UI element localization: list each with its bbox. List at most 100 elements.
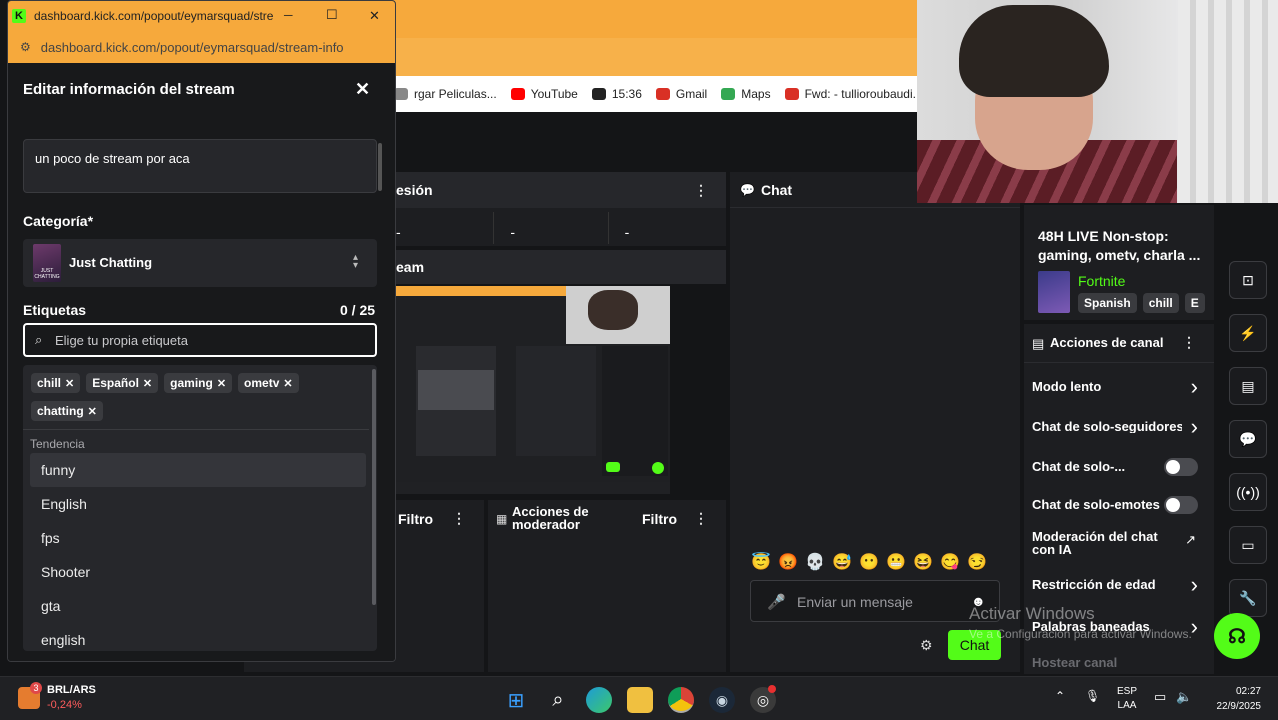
emote-icon[interactable]: 😬 (885, 552, 907, 574)
stream-tag[interactable]: chill (1142, 293, 1179, 313)
stream-title-value[interactable]: un poco de stream por aca (24, 140, 376, 166)
volume-icon[interactable]: 🔈 (1176, 689, 1192, 705)
remove-tag-icon[interactable]: ✕ (283, 377, 292, 390)
trending-option[interactable]: English (30, 487, 366, 521)
emote-icon[interactable]: 😋 (939, 552, 961, 574)
emote-icon[interactable]: 😆 (912, 552, 934, 574)
bookmark-label: Fwd: - tullioroubaudi... (804, 87, 918, 101)
mod-actions-panel: ▦ Acciones de moderador Filtro ⋮ (488, 500, 726, 672)
microphone-tray-icon[interactable]: 🎙 (1085, 689, 1100, 703)
language-indicator[interactable]: ESP LAA (1117, 685, 1137, 713)
close-window-button[interactable]: ✕ (369, 8, 380, 24)
broadcast-icon[interactable]: ((•)) (1229, 473, 1267, 511)
steam-icon[interactable]: ◉ (709, 687, 735, 713)
chat-settings-gear-icon[interactable]: ⚙ (920, 637, 933, 654)
tag-input[interactable]: Elige tu propia etiqueta (55, 333, 188, 348)
stream-preview-video[interactable] (396, 286, 670, 494)
category-select[interactable]: JUST CHATTING Just Chatting ▴ ▾ (23, 239, 377, 287)
channel-action-row[interactable]: Hostear canal (1032, 656, 1206, 669)
tray-chevron-icon[interactable]: ⌃ (1055, 689, 1065, 703)
remove-tag-icon[interactable]: ✕ (88, 405, 97, 418)
modal-scrollbar-top[interactable] (378, 143, 382, 191)
stream-title-field[interactable]: un poco de stream por aca (23, 139, 377, 193)
modal-close-icon[interactable]: ✕ (355, 79, 370, 100)
search-taskbar-icon[interactable]: ⌕ (545, 687, 571, 713)
ticker-name[interactable]: BRL/ARS (47, 684, 96, 696)
notes-icon[interactable]: ▤ (1229, 367, 1267, 405)
maximize-button[interactable]: ☐ (326, 7, 338, 23)
channel-action-row[interactable]: Modo lento › (1032, 374, 1206, 399)
trending-option[interactable]: fps (30, 521, 366, 555)
wrench-icon[interactable]: 🔧 (1229, 579, 1267, 617)
filter-label[interactable]: Filtro (398, 511, 433, 527)
channel-action-row[interactable]: Chat de solo-emotes (1032, 496, 1206, 514)
category-thumbnail: JUST CHATTING (33, 244, 61, 282)
emote-icon[interactable]: 😡 (777, 552, 799, 574)
dropdown-scrollbar[interactable] (372, 369, 376, 605)
network-icon[interactable]: ▭ (1154, 689, 1166, 705)
chevron-right-icon[interactable]: › (1191, 374, 1198, 400)
channel-action-row[interactable]: Chat de solo-... (1032, 458, 1206, 476)
stream-info-category[interactable]: Fortnite (1078, 273, 1125, 289)
file-explorer-icon[interactable] (627, 687, 653, 713)
stream-tag[interactable]: Spanish (1078, 293, 1137, 313)
channel-action-row[interactable]: Chat de solo-seguidores › (1032, 414, 1206, 439)
filter-menu-icon[interactable]: ⋮ (452, 510, 466, 527)
chevron-right-icon[interactable]: › (1191, 572, 1198, 598)
bookmark-item[interactable]: 15:36 (591, 87, 642, 101)
emote-icon[interactable]: 😶 (858, 552, 880, 574)
remove-tag-icon[interactable]: ✕ (65, 377, 74, 390)
bookmark-item[interactable]: Fwd: - tullioroubaudi... (784, 87, 918, 101)
windows-start-icon[interactable]: ⊞ (503, 687, 529, 713)
minimize-button[interactable]: ─ (284, 8, 293, 22)
emote-icon[interactable]: 😇 (750, 552, 772, 574)
selected-tag-label: Español (92, 376, 139, 390)
remove-tag-icon[interactable]: ✕ (217, 377, 226, 390)
trending-option[interactable]: Shooter (30, 555, 366, 589)
support-headset-icon[interactable]: ☊ (1214, 613, 1260, 659)
toggle-switch[interactable] (1164, 496, 1198, 514)
category-value: Just Chatting (69, 255, 153, 270)
emote-icon[interactable]: 😏 (966, 552, 988, 574)
selected-tag: chatting ✕ (31, 401, 103, 421)
screenshot-icon[interactable]: ⊡ (1229, 261, 1267, 299)
browser-titlebar (390, 0, 918, 38)
toggle-switch[interactable] (1164, 458, 1198, 476)
mod-actions-menu-icon[interactable]: ⋮ (694, 510, 708, 527)
chrome-icon[interactable] (668, 687, 694, 713)
bookmark-item[interactable]: Gmail (655, 87, 708, 101)
clock[interactable]: 02:27 22/9/2025 (1205, 684, 1262, 714)
chat-title: Chat (760, 181, 793, 198)
chat-input[interactable]: Enviar un mensaje (797, 594, 913, 610)
dashboard-topbar (390, 112, 918, 172)
chat-input-box[interactable]: 🎤 Enviar un mensaje ☻ (750, 580, 1000, 622)
edge-icon[interactable] (586, 687, 612, 713)
channel-action-row[interactable]: Moderación del chat con IA ↗ (1032, 530, 1206, 556)
channel-actions-menu-icon[interactable]: ⋮ (1182, 334, 1196, 351)
bookmark-item[interactable]: rgar Peliculas... (394, 87, 497, 101)
lightning-icon[interactable]: ⚡ (1229, 314, 1267, 352)
mod-filter-label[interactable]: Filtro (642, 511, 677, 527)
browser-urlbar (390, 38, 918, 76)
mod-actions-title: Acciones de moderador (512, 504, 589, 532)
trending-option[interactable]: gta (30, 589, 366, 623)
external-link-icon[interactable]: ↗ (1185, 532, 1196, 548)
bookmark-item[interactable]: YouTube (510, 87, 578, 101)
microphone-icon[interactable]: 🎤 (767, 593, 786, 611)
remove-tag-icon[interactable]: ✕ (143, 377, 152, 390)
tag-input-box[interactable]: ⌕ Elige tu propia etiqueta (23, 323, 377, 357)
session-menu-icon[interactable]: ⋮ (694, 182, 708, 199)
channel-action-row[interactable]: Restricción de edad › (1032, 572, 1206, 597)
channel-action-label: Chat de solo-seguidores (1032, 420, 1182, 433)
layout-icon[interactable]: ▭ (1229, 526, 1267, 564)
site-settings-icon[interactable]: ⚙ (20, 40, 31, 54)
trending-option[interactable]: english (30, 623, 366, 651)
trending-option[interactable]: funny (30, 453, 366, 487)
emote-icon[interactable]: 😅 (831, 552, 853, 574)
chevron-right-icon[interactable]: › (1191, 414, 1198, 440)
stream-tag[interactable]: E (1184, 293, 1205, 313)
emote-icon[interactable]: 💀 (804, 552, 826, 574)
chat-icon[interactable]: 💬 (1229, 420, 1267, 458)
bookmark-label: Gmail (675, 87, 708, 101)
bookmark-item[interactable]: Maps (721, 87, 771, 101)
